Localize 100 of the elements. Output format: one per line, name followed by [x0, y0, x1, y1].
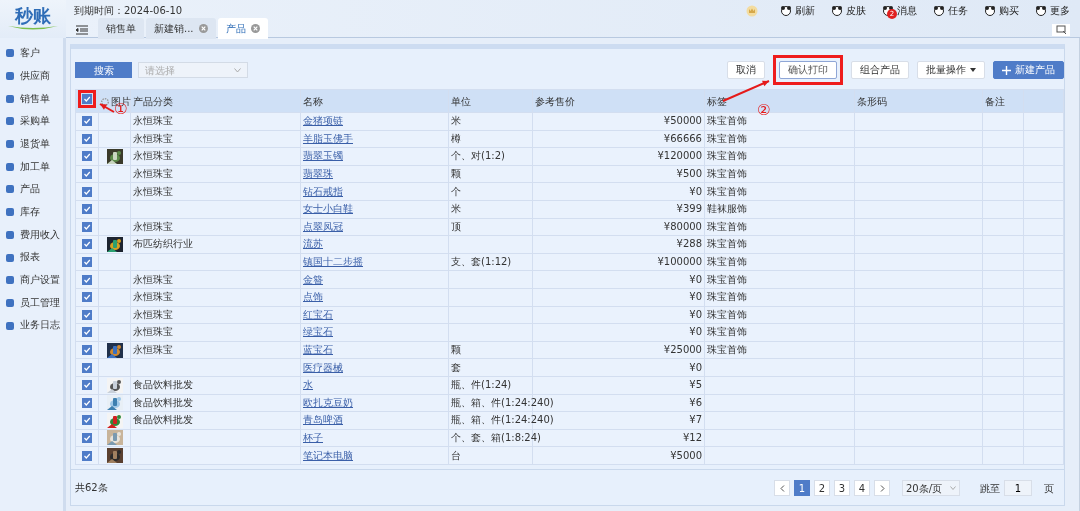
action-button[interactable]: 确认打印	[779, 61, 837, 79]
menu-icon[interactable]	[76, 25, 88, 35]
product-link[interactable]: 点饰	[303, 291, 323, 303]
tab[interactable]: 产品	[217, 18, 268, 39]
jump-label: 跳至	[980, 481, 1000, 496]
close-icon[interactable]	[198, 24, 208, 33]
previous-page-button[interactable]	[774, 480, 790, 496]
tag-text: 珠宝首饰	[707, 291, 747, 303]
toolbar-button[interactable]: 皮肤	[831, 3, 866, 18]
sidebar-item[interactable]: 产品	[0, 178, 63, 201]
sidebar-item[interactable]: 商户设置	[0, 268, 63, 292]
tab[interactable]: 新建销...	[146, 18, 216, 39]
checkbox[interactable]	[82, 151, 92, 162]
checkbox[interactable]	[82, 94, 92, 104]
sidebar-item[interactable]: 业务日志	[0, 314, 63, 337]
sidebar-item[interactable]: 员工管理	[0, 291, 63, 315]
checkbox[interactable]	[82, 221, 92, 232]
sidebar-item[interactable]: 退货单	[0, 132, 63, 156]
screen-icon[interactable]	[1052, 24, 1070, 36]
product-link[interactable]: 翡翠珠	[303, 168, 333, 180]
next-page-button[interactable]	[874, 480, 890, 496]
checkbox[interactable]	[82, 274, 92, 285]
checkbox[interactable]	[82, 327, 92, 338]
action-button[interactable]: 取消	[727, 61, 765, 79]
search-button[interactable]: 搜索	[75, 62, 132, 78]
category-text: 食品饮料批发	[133, 414, 193, 426]
bear-icon	[984, 4, 996, 17]
price-text: ¥500	[676, 168, 702, 180]
sidebar-item[interactable]: 供应商	[0, 64, 63, 88]
product-link[interactable]: 点翠凤冠	[303, 220, 343, 232]
toolbar-button[interactable]: 更多	[1035, 3, 1070, 18]
sidebar-item[interactable]: 费用收入	[0, 223, 63, 247]
unit-text: 颗	[451, 344, 461, 355]
square-icon	[5, 275, 15, 286]
chevron-left-icon	[779, 484, 785, 492]
checkbox[interactable]	[82, 204, 92, 215]
checkbox[interactable]	[82, 257, 92, 268]
checkbox[interactable]	[82, 309, 92, 320]
chevron-down-icon	[950, 486, 956, 490]
tag-text: 珠宝首饰	[707, 308, 747, 320]
action-button[interactable]: 组合产品	[851, 61, 909, 79]
action-button[interactable]: 批量操作	[917, 61, 985, 79]
checkbox[interactable]	[82, 433, 92, 443]
sidebar-item[interactable]: 库存	[0, 200, 63, 224]
product-link[interactable]: 蓝宝石	[303, 344, 333, 355]
product-link[interactable]: 钻石戒指	[303, 185, 343, 197]
page-size-select[interactable]: 20条/页	[902, 480, 960, 496]
column-header: 产品分类	[133, 95, 173, 107]
checkbox[interactable]	[82, 345, 92, 355]
sidebar-item[interactable]: 加工单	[0, 155, 63, 179]
product-link[interactable]: 红宝石	[303, 308, 333, 320]
unit-text: 樽	[451, 132, 461, 144]
product-link[interactable]: 金簪	[303, 273, 323, 285]
page-button[interactable]: 3	[834, 480, 850, 496]
sidebar-item[interactable]: 报表	[0, 246, 63, 269]
checkbox[interactable]	[82, 415, 92, 426]
square-icon	[5, 48, 15, 59]
caret-icon	[970, 68, 976, 72]
tag-text: 珠宝首饰	[707, 326, 747, 338]
product-link[interactable]: 翡翠玉镯	[303, 150, 343, 162]
page-button[interactable]: 1	[794, 480, 810, 496]
expiry-date: 到期时间：2024-06-10	[74, 4, 183, 18]
product-link[interactable]: 杯子	[303, 432, 323, 443]
checkbox[interactable]	[82, 133, 92, 144]
plus-icon	[1002, 65, 1011, 75]
category-text: 食品饮料批发	[133, 396, 193, 408]
checkbox[interactable]	[82, 186, 92, 197]
product-link[interactable]: 流苏	[303, 238, 323, 250]
column-header: 单位	[451, 95, 471, 107]
tag-text: 珠宝首饰	[707, 150, 747, 162]
page-input[interactable]: 1	[1004, 480, 1032, 496]
checkbox[interactable]	[82, 116, 92, 127]
checkbox[interactable]	[82, 362, 92, 373]
action-button[interactable]: 新建产品	[993, 61, 1064, 79]
page-button[interactable]: 4	[854, 480, 870, 496]
checkbox[interactable]	[82, 450, 92, 461]
close-icon[interactable]	[250, 24, 260, 33]
total-count: 共62条	[75, 481, 108, 495]
sidebar-item[interactable]: 销售单	[0, 87, 63, 111]
toolbar-button[interactable]: 购买	[984, 3, 1019, 18]
toolbar-button[interactable]: 刷新	[780, 3, 815, 18]
product-link[interactable]: 绿宝石	[303, 326, 333, 338]
checkbox[interactable]	[82, 239, 92, 250]
tab[interactable]: 销售单	[98, 18, 144, 39]
sidebar-item[interactable]: 客户	[0, 42, 63, 65]
price-text: ¥399	[676, 203, 702, 215]
product-link[interactable]: 医疗器械	[303, 361, 343, 373]
product-link[interactable]: 金猪项链	[303, 115, 343, 127]
logo-text: 秒账	[15, 7, 51, 25]
checkbox[interactable]	[82, 397, 92, 408]
checkbox[interactable]	[82, 380, 92, 391]
product-link[interactable]: 水	[303, 379, 313, 391]
product-link[interactable]: 青岛啤酒	[303, 414, 343, 426]
category-text: 永恒珠宝	[133, 291, 173, 303]
sidebar-item[interactable]: 采购单	[0, 110, 63, 133]
checkbox[interactable]	[82, 169, 92, 180]
page-button[interactable]: 2	[814, 480, 830, 496]
toolbar-button[interactable]: 任务	[933, 3, 968, 18]
checkbox[interactable]	[82, 292, 92, 303]
gear-icon[interactable]	[101, 97, 109, 106]
